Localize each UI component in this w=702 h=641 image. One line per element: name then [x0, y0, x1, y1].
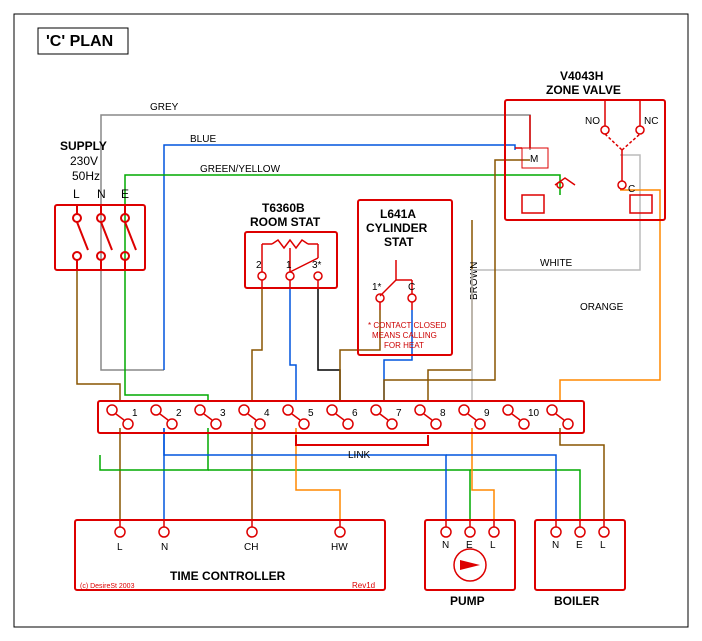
junction-link: LINK: [348, 450, 371, 461]
roomstat-label1: T6360B: [262, 201, 305, 215]
tc-L: L: [117, 542, 123, 553]
cylstat-label1: L641A: [380, 207, 416, 221]
cylstat-label3: STAT: [384, 235, 414, 249]
tc-label: TIME CONTROLLER: [170, 569, 286, 583]
pump-E: E: [466, 540, 473, 551]
wiring-diagram: 'C' PLAN GREY BLUE GREEN/YELLOW BROWN WH…: [0, 0, 702, 641]
zonevalve-NO: NO: [585, 116, 600, 127]
roomstat-t2: 1: [286, 260, 292, 271]
wire-blue-label: BLUE: [190, 134, 216, 145]
timecontroller-block: L N CH HW TIME CONTROLLER (c) DesireSt 2…: [75, 520, 385, 590]
j5: 5: [308, 408, 314, 419]
wire-greenyellow-label: GREEN/YELLOW: [200, 164, 281, 175]
j1: 1: [132, 408, 138, 419]
zonevalve-label2: ZONE VALVE: [546, 83, 621, 97]
cylstat-note3: FOR HEAT: [384, 341, 424, 350]
wire-grey-label: GREY: [150, 102, 179, 113]
boiler-block: N E L BOILER: [535, 520, 625, 608]
supply-E: E: [121, 187, 129, 201]
tc-CH: CH: [244, 542, 258, 553]
roomstat-t3: 3*: [312, 260, 322, 271]
boiler-E: E: [576, 540, 583, 551]
j4: 4: [264, 408, 270, 419]
boiler-N: N: [552, 540, 559, 551]
j7: 7: [396, 408, 402, 419]
cylstat-t2: C: [408, 282, 415, 293]
j2: 2: [176, 408, 182, 419]
wire-brown-label: BROWN: [469, 262, 480, 300]
tc-N: N: [161, 542, 168, 553]
pump-block: N E L PUMP: [425, 520, 515, 608]
j9: 9: [484, 408, 490, 419]
pump-N: N: [442, 540, 449, 551]
wire-orange-label: ORANGE: [580, 302, 624, 313]
footer-copyright: (c) DesireSt 2003: [80, 583, 135, 590]
cylstat-label2: CYLINDER: [366, 221, 428, 235]
j6: 6: [352, 408, 358, 419]
diagram-title: 'C' PLAN: [46, 33, 113, 50]
roomstat-block: T6360B ROOM STAT 2 1 3*: [245, 201, 337, 288]
supply-freq: 50Hz: [72, 169, 100, 183]
zonevalve-C: C: [628, 184, 635, 195]
junction-strip: 1 2 3 4 5 6 7 8 9 10 LINK: [98, 401, 584, 461]
zonevalve-NC: NC: [644, 116, 658, 127]
boiler-L: L: [600, 540, 606, 551]
j8: 8: [440, 408, 446, 419]
cylstat-block: L641A CYLINDER STAT 1* C * CONTACT CLOSE…: [358, 200, 452, 355]
roomstat-t1: 2: [256, 260, 262, 271]
supply-L: L: [73, 187, 80, 201]
pump-L: L: [490, 540, 496, 551]
roomstat-label2: ROOM STAT: [250, 215, 321, 229]
zonevalve-block: V4043H ZONE VALVE M NO NC C: [505, 69, 665, 220]
supply-N: N: [97, 187, 106, 201]
cylstat-note2: MEANS CALLING: [372, 331, 437, 340]
wire-white-label: WHITE: [540, 258, 573, 269]
j10: 10: [528, 408, 540, 419]
boiler-label: BOILER: [554, 594, 600, 608]
supply-label: SUPPLY: [60, 139, 107, 153]
supply-voltage: 230V: [70, 154, 98, 168]
zonevalve-label1: V4043H: [560, 69, 603, 83]
supply-block: SUPPLY 230V 50Hz L N E: [55, 139, 145, 270]
zonevalve-M: M: [530, 154, 538, 165]
footer-rev: Rev1d: [352, 581, 375, 590]
pump-label: PUMP: [450, 594, 485, 608]
j3: 3: [220, 408, 226, 419]
cylstat-note1: * CONTACT CLOSED: [368, 321, 447, 330]
tc-HW: HW: [331, 542, 348, 553]
cylstat-t1: 1*: [372, 282, 382, 293]
